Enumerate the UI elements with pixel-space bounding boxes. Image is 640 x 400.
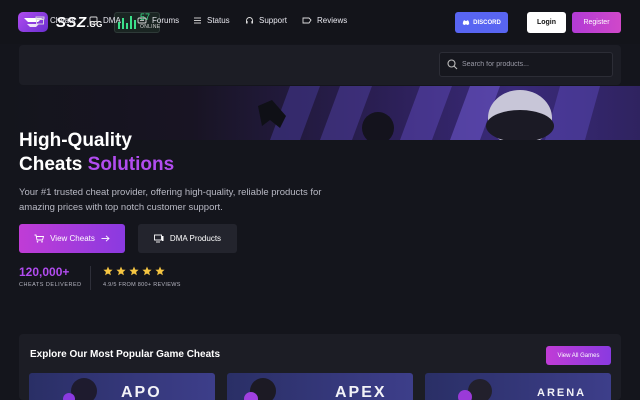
view-cheats-button[interactable]: View Cheats — [19, 224, 125, 253]
game-card[interactable]: ARENA — [425, 373, 611, 400]
nav-item-label: Cheats — [50, 15, 76, 25]
search-input[interactable] — [462, 53, 608, 76]
hero-description: Your #1 trusted cheat provider, offering… — [19, 187, 322, 213]
nav-item-label: DMA — [103, 15, 121, 25]
nav-item-reviews[interactable]: Reviews — [302, 14, 347, 26]
hero-title-accent: Solutions — [87, 154, 175, 175]
rating-text: 4.9/5 FROM 800+ REVIEWS — [103, 282, 181, 288]
nav-item-label: Support — [259, 15, 288, 25]
register-button[interactable]: Register — [572, 12, 621, 33]
nav-item-label: Status — [207, 15, 230, 25]
rating-stars — [103, 266, 165, 276]
game-card[interactable]: APEX — [227, 373, 413, 400]
view-all-games-button[interactable]: View All Games — [546, 346, 611, 365]
search-icon — [447, 59, 458, 70]
discord-icon — [462, 20, 470, 25]
hero-title: High-Quality Cheats Solutions — [19, 129, 174, 177]
cheats-delivered-label: CHEATS DELIVERED — [19, 282, 82, 288]
star-icon — [129, 266, 139, 276]
discord-button[interactable]: DISCORD — [455, 12, 508, 33]
game-card-title: APEX — [335, 384, 387, 400]
hero-title-line1: High-Quality — [19, 130, 132, 151]
reviews-icon — [302, 17, 312, 23]
nav-item-label: Forums — [152, 15, 180, 25]
nav-item-support[interactable]: Support — [245, 14, 287, 26]
section-title: Explore Our Most Popular Game Cheats — [30, 349, 221, 360]
game-card[interactable]: APO — [29, 373, 215, 400]
nav-item-status[interactable]: Status — [193, 14, 230, 26]
hard-drive-icon — [89, 16, 98, 24]
game-card-title: APO — [121, 384, 162, 400]
game-card-title: ARENA — [537, 387, 587, 399]
discord-label: DISCORD — [473, 19, 501, 26]
cheats-delivered-count: 120,000+ — [19, 265, 70, 279]
monitor-icon — [153, 234, 164, 243]
login-button[interactable]: Login — [527, 12, 566, 33]
nav-item-dma[interactable]: DMA — [89, 14, 121, 26]
view-cheats-label: View Cheats — [50, 234, 95, 243]
list-status-icon — [194, 17, 201, 23]
star-icon — [116, 266, 126, 276]
star-icon — [103, 266, 113, 276]
stat-divider — [90, 266, 91, 290]
forum-icon — [137, 17, 147, 23]
arrow-right-icon — [101, 235, 110, 242]
dma-products-button[interactable]: DMA Products — [138, 224, 237, 253]
star-icon — [142, 266, 152, 276]
dma-products-label: DMA Products — [169, 234, 222, 243]
nav-item-cheats[interactable]: Cheats — [35, 14, 75, 26]
search-box — [439, 52, 613, 77]
store-icon — [35, 16, 45, 24]
hero-title-line2: Cheats Solutions — [19, 154, 175, 175]
nav-item-forums[interactable]: Forums — [137, 14, 179, 26]
star-icon — [155, 266, 165, 276]
nav-item-label: Reviews — [317, 15, 348, 25]
cart-icon — [34, 234, 45, 243]
headset-icon — [246, 16, 253, 23]
